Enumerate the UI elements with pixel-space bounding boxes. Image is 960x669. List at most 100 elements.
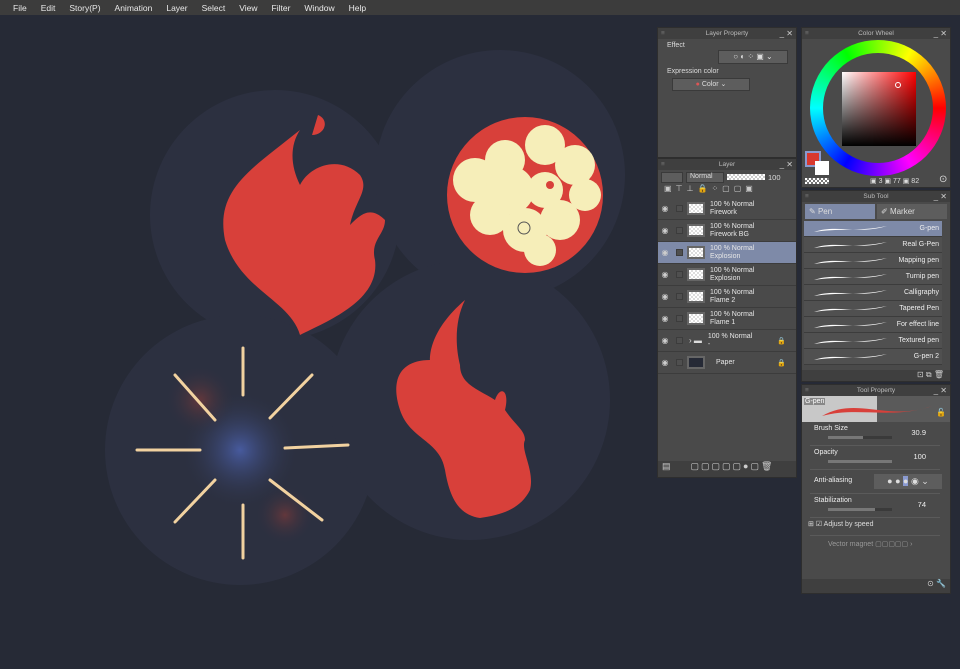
close-icon[interactable]: _ ✕	[934, 28, 947, 39]
layer-name: -	[707, 340, 711, 348]
layer-thumbnail	[687, 290, 705, 303]
expression-color-label: Expression color	[667, 68, 719, 75]
menu-view[interactable]: View	[232, 3, 264, 13]
layer-row[interactable]: ◉ Paper 🔒	[658, 352, 796, 374]
brush-item[interactable]: G-pen	[804, 221, 942, 237]
sub-tool-panel: ≡ Sub Tool _ ✕ ✎ Pen ✐ Marker G-pen Real G-…	[801, 190, 951, 382]
menu-animation[interactable]: Animation	[108, 3, 160, 13]
color-mode-icon[interactable]: ⊙	[939, 174, 947, 185]
menu-filter[interactable]: Filter	[265, 3, 298, 13]
layer-checkbox[interactable]	[676, 315, 683, 322]
layer-thumbnail	[687, 268, 705, 281]
brush-item[interactable]: Tapered Pen	[804, 301, 942, 317]
layer-toolbar: ▣⊤⊥🔒⁘▢▢▣	[664, 184, 757, 193]
eye-icon[interactable]: ◉	[658, 292, 672, 301]
brush-item[interactable]: Calligraphy	[804, 285, 942, 301]
brush-item[interactable]: Turnip pen	[804, 269, 942, 285]
menu-edit[interactable]: Edit	[34, 3, 63, 13]
brush-stroke-icon	[814, 338, 887, 344]
layer-row[interactable]: ◉ 100 % Normal Firework	[658, 198, 796, 220]
folder-icon[interactable]: › ▬	[689, 336, 702, 345]
layer-row[interactable]: ◉ 100 % Normal Explosion	[658, 242, 796, 264]
menu-story[interactable]: Story(P)	[62, 3, 107, 13]
anti-aliasing-buttons[interactable]: ● ● ● ◉ ⌄	[874, 474, 942, 489]
eye-icon[interactable]: ◉	[658, 226, 672, 235]
layer-row[interactable]: ◉ › ▬ 100 % Normal - 🔒	[658, 330, 796, 352]
opacity-slider[interactable]	[828, 460, 892, 463]
layer-thumbnail	[687, 356, 705, 369]
opacity-value[interactable]: 100	[768, 173, 781, 182]
menu-window[interactable]: Window	[297, 3, 341, 13]
opacity-setting[interactable]: Opacity 100	[810, 446, 940, 470]
lock-icon[interactable]: 🔒	[777, 337, 786, 345]
layer-checkbox[interactable]	[676, 205, 683, 212]
brush-item[interactable]: For effect line	[804, 317, 942, 333]
layer-mode: 100 % Normal	[710, 266, 755, 274]
tool-property-panel: ≡ Tool Property _ ✕ G-pen 🔓 Brush Size 30.9…	[801, 384, 951, 594]
menu-select[interactable]: Select	[195, 3, 233, 13]
layer-row[interactable]: ◉ 100 % Normal Firework BG	[658, 220, 796, 242]
stabilization-setting[interactable]: Stabilization 74	[810, 494, 940, 518]
lock-icon[interactable]: 🔓	[936, 408, 946, 417]
eye-icon[interactable]: ◉	[658, 204, 672, 213]
layer-name: Flame 2	[710, 296, 736, 304]
layer-thumbnail	[687, 312, 705, 325]
close-icon[interactable]: _ ✕	[934, 191, 947, 202]
close-icon[interactable]: _ ✕	[780, 28, 793, 39]
layer-panel: ≡ Layer _ ✕ Normal 100 ▣⊤⊥🔒⁘▢▢▣ ◉ 100 % Nor…	[657, 158, 797, 478]
adjust-by-speed-checkbox[interactable]: ⊞ ☑ Adjust by speed	[802, 518, 950, 532]
menu-bar: File Edit Story(P) Animation Layer Selec…	[0, 0, 960, 15]
eye-icon[interactable]: ◉	[658, 314, 672, 323]
eye-icon[interactable]: ◉	[658, 358, 672, 367]
expression-color-select[interactable]: ● Color ⌄	[672, 78, 750, 91]
blend-mode-select[interactable]: Normal	[686, 171, 724, 183]
tab-marker[interactable]: ✐ Marker	[877, 204, 947, 219]
layer-checkbox[interactable]	[676, 227, 683, 234]
sub-color-swatch[interactable]	[815, 161, 829, 175]
layer-color-button[interactable]	[661, 171, 683, 183]
layer-thumbnail	[687, 202, 705, 215]
menu-help[interactable]: Help	[342, 3, 373, 13]
panel-title: Color Wheel	[858, 30, 894, 37]
vector-magnet-setting[interactable]: Vector magnet ▢▢▢▢▢ ›	[810, 535, 940, 553]
close-icon[interactable]: _ ✕	[780, 159, 793, 170]
layer-row[interactable]: ◉ 100 % Normal Flame 2	[658, 286, 796, 308]
brush-preview: G-pen 🔓	[802, 396, 950, 422]
layer-mode: 100 % Normal	[710, 200, 755, 208]
layer-checkbox[interactable]	[676, 359, 683, 366]
eye-icon[interactable]: ◉	[658, 336, 672, 345]
menu-file[interactable]: File	[6, 3, 34, 13]
brush-size-setting[interactable]: Brush Size 30.9	[810, 422, 940, 446]
layer-thumbnail	[687, 246, 705, 259]
brush-list: G-pen Real G-Pen Mapping pen Turnip pen Call…	[802, 221, 950, 365]
layer-checkbox[interactable]	[676, 271, 683, 278]
brush-item[interactable]: Mapping pen	[804, 253, 942, 269]
brush-size-slider[interactable]	[828, 436, 864, 439]
layer-row[interactable]: ◉ 100 % Normal Explosion	[658, 264, 796, 286]
eye-icon[interactable]: ◉	[658, 248, 672, 257]
eye-icon[interactable]: ◉	[658, 270, 672, 279]
menu-layer[interactable]: Layer	[159, 3, 194, 13]
tab-pen[interactable]: ✎ Pen	[805, 204, 875, 219]
saturation-value-square[interactable]	[842, 72, 916, 146]
opacity-slider[interactable]	[727, 174, 765, 180]
layer-checkbox[interactable]	[676, 293, 683, 300]
layer-mode: 100 % Normal	[710, 222, 755, 230]
layer-checkbox[interactable]	[676, 337, 683, 344]
brush-item[interactable]: Real G-Pen	[804, 237, 942, 253]
anti-aliasing-setting[interactable]: Anti-aliasing ● ● ● ◉ ⌄	[810, 470, 942, 494]
layer-thumbnail	[687, 224, 705, 237]
close-icon[interactable]: _ ✕	[934, 385, 947, 396]
brush-stroke-icon	[814, 242, 887, 248]
layer-row[interactable]: ◉ 100 % Normal Flame 1	[658, 308, 796, 330]
tool-property-bottom-toolbar: ⊙ 🔧	[802, 579, 950, 593]
layer-checkbox[interactable]	[676, 249, 683, 256]
brush-item[interactable]: G-pen 2	[804, 349, 942, 365]
lock-icon[interactable]: 🔒	[777, 359, 786, 367]
brush-stroke-icon	[814, 354, 887, 360]
brush-stroke-icon	[814, 322, 887, 328]
transparent-color-swatch[interactable]	[805, 178, 829, 184]
effect-buttons[interactable]: ○ ◐ ⁘ ▣ ⌄	[718, 50, 788, 64]
brush-item[interactable]: Textured pen	[804, 333, 942, 349]
stabilization-slider[interactable]	[828, 508, 876, 511]
